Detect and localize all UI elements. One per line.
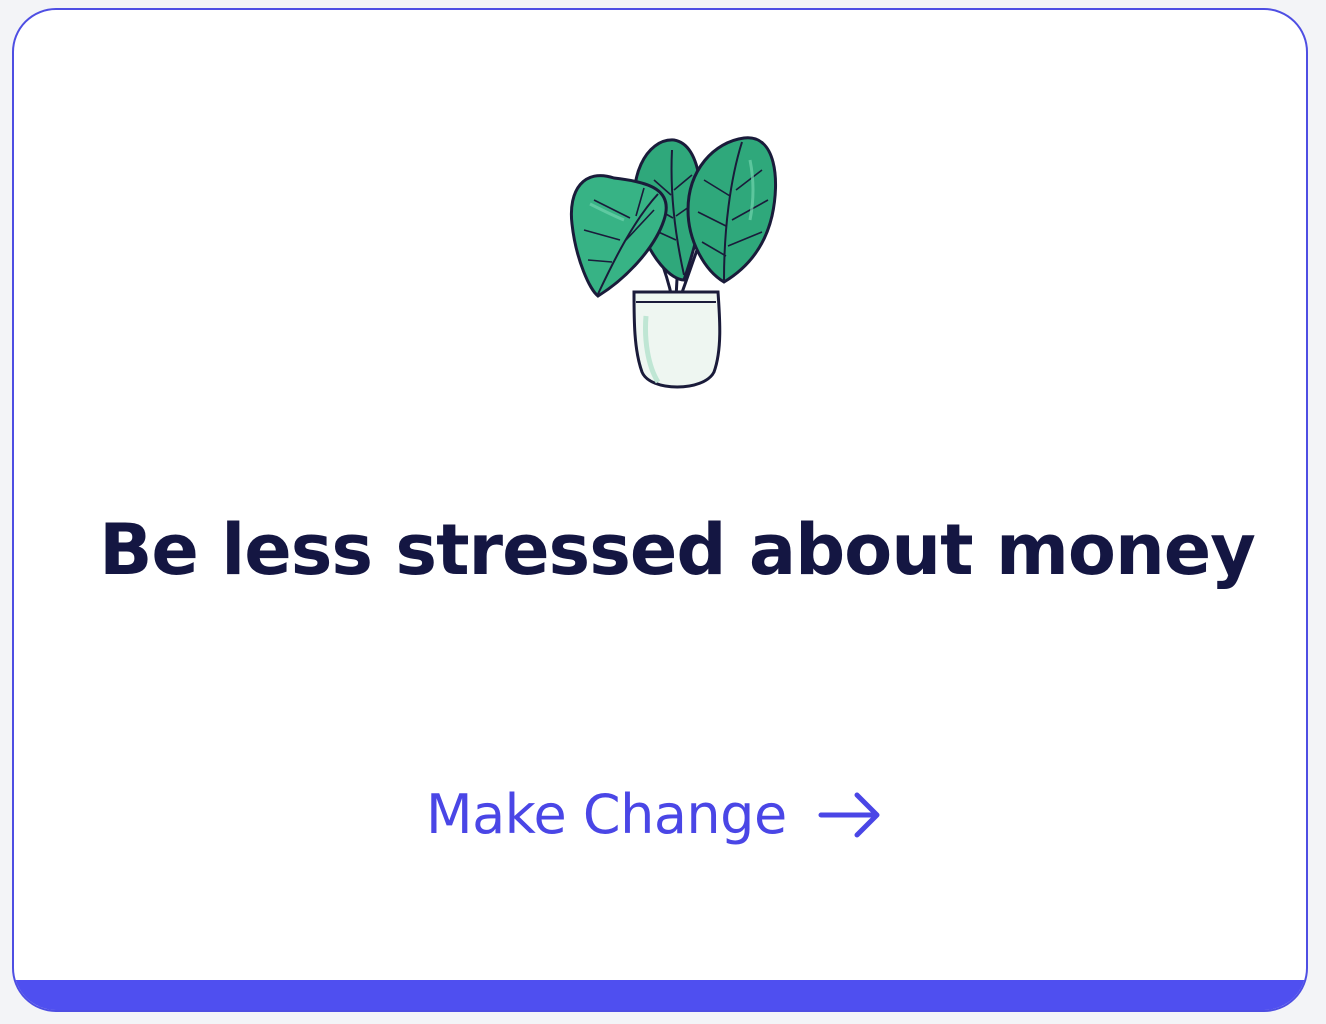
make-change-label: Make Change — [426, 783, 787, 846]
promo-card: Be less stressed about money Make Change — [12, 8, 1308, 1012]
plant-leaf — [686, 136, 778, 284]
bottom-accent-bar — [14, 980, 1306, 1010]
card-body-edge — [14, 950, 1306, 980]
page-title: Be less stressed about money — [99, 509, 1256, 591]
potted-plant-illustration — [569, 136, 778, 389]
make-change-link[interactable]: Make Change — [426, 780, 883, 850]
arrow-right-icon — [818, 792, 880, 838]
plant-leaf — [569, 174, 668, 298]
